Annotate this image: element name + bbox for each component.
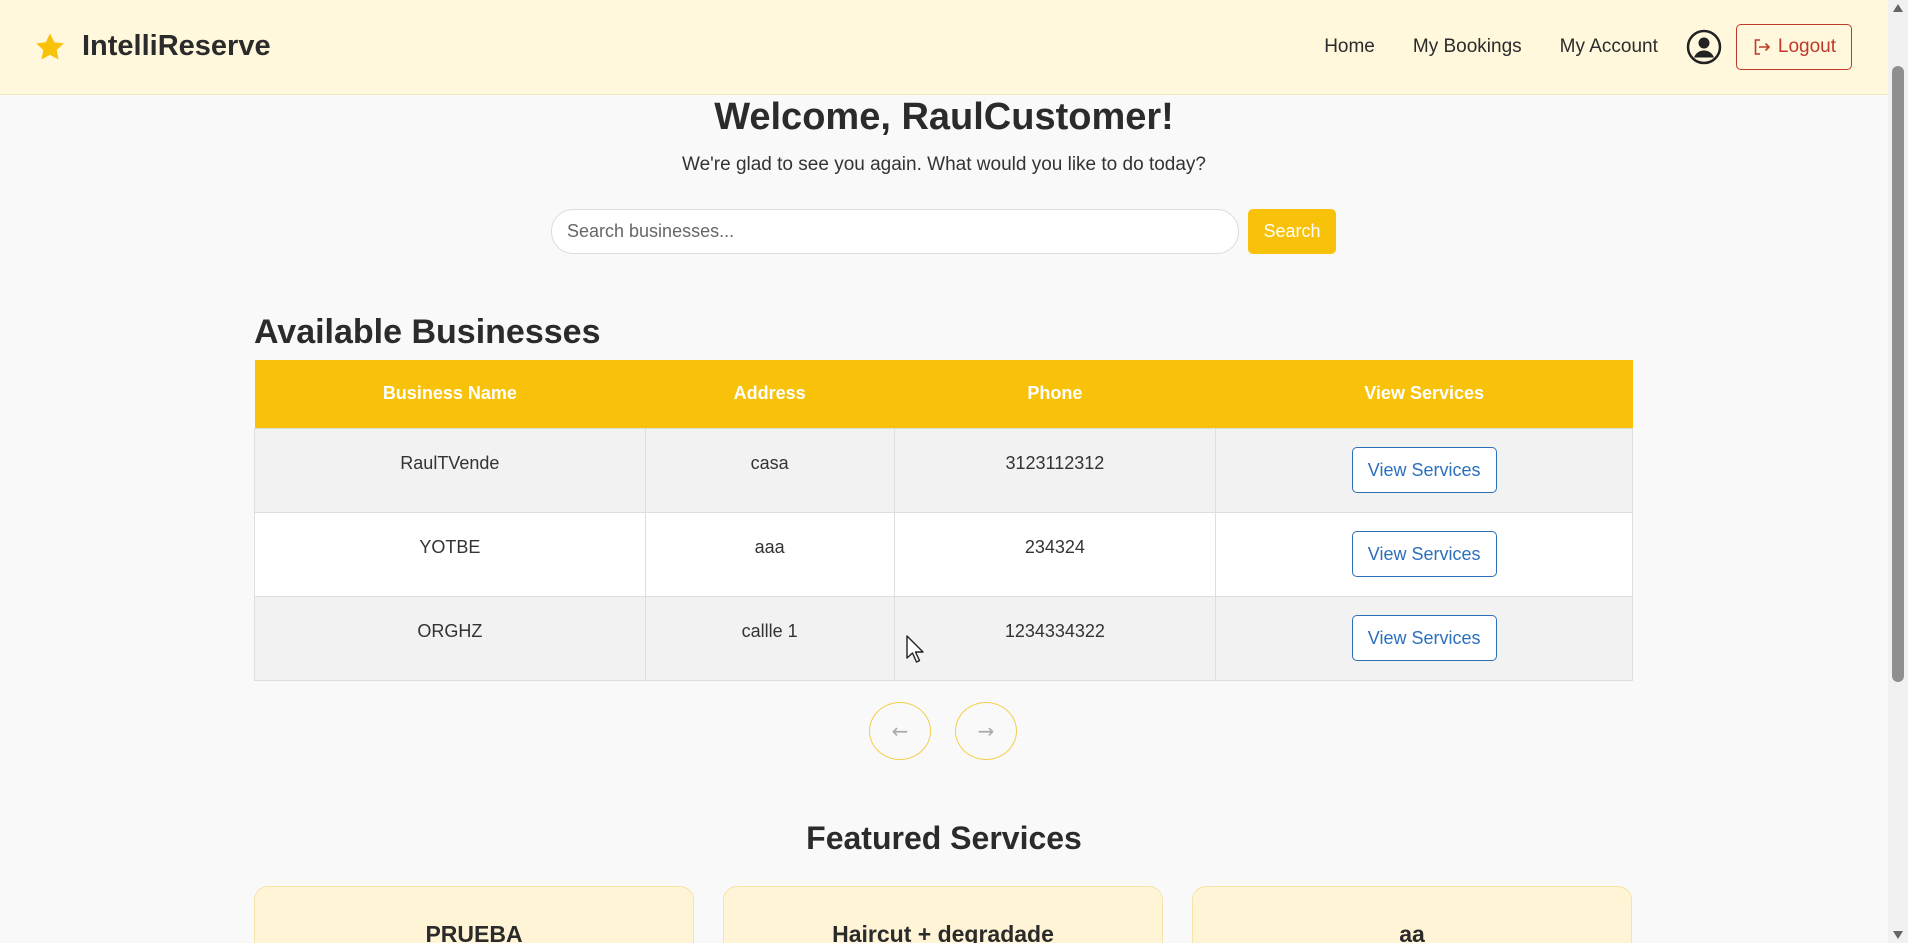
- navbar: IntelliReserve Home My Bookings My Accou…: [0, 0, 1888, 95]
- nav-home-link[interactable]: Home: [1324, 36, 1375, 58]
- star-icon: [36, 32, 64, 60]
- nav-account-link[interactable]: My Account: [1560, 36, 1658, 58]
- service-card[interactable]: Haircut + degradade: [723, 886, 1163, 943]
- search-button[interactable]: Search: [1248, 209, 1336, 254]
- header-business-name: Business Name: [254, 360, 646, 428]
- service-card[interactable]: PRUEBA: [254, 886, 694, 943]
- view-services-button[interactable]: View Services: [1351, 615, 1497, 661]
- nav-links: Home My Bookings My Account Logout: [1324, 24, 1852, 70]
- mouse-cursor-icon: [906, 635, 924, 663]
- business-name: YOTBE: [254, 511, 646, 597]
- featured-title: Featured Services: [806, 820, 1082, 856]
- business-address: casa: [644, 427, 895, 513]
- action-cell: View Services: [1215, 427, 1633, 513]
- table-header-row: Business Name Address Phone View Service…: [254, 360, 1633, 428]
- welcome-title: Welcome, RaulCustomer!: [714, 96, 1174, 138]
- business-name: RaulTVende: [254, 427, 646, 513]
- next-page-button[interactable]: →: [955, 702, 1017, 760]
- table-row: ORGHZ callle 1 1234334322 View Services: [254, 595, 1633, 681]
- search-input[interactable]: [551, 209, 1239, 254]
- brand-name: IntelliReserve: [82, 30, 271, 62]
- logout-icon: [1754, 39, 1771, 55]
- business-address: aaa: [644, 511, 895, 597]
- business-name: ORGHZ: [254, 595, 646, 681]
- service-card[interactable]: aa: [1192, 886, 1632, 943]
- scroll-down-arrow-icon[interactable]: [1893, 931, 1903, 939]
- action-cell: View Services: [1215, 595, 1633, 681]
- scrollbar-thumb[interactable]: [1892, 66, 1904, 682]
- service-card-title: PRUEBA: [425, 921, 523, 943]
- service-card-title: aa: [1399, 921, 1425, 943]
- scroll-up-arrow-icon[interactable]: [1893, 4, 1903, 12]
- header-address: Address: [645, 360, 894, 428]
- business-phone: 234324: [893, 511, 1217, 597]
- table-row: YOTBE aaa 234324 View Services: [254, 511, 1633, 597]
- action-cell: View Services: [1215, 511, 1633, 597]
- service-card-title: Haircut + degradade: [832, 921, 1054, 943]
- welcome-subtitle: We're glad to see you again. What would …: [682, 154, 1206, 175]
- header-phone: Phone: [894, 360, 1216, 428]
- business-phone: 3123112312: [893, 427, 1217, 513]
- header-view-services: View Services: [1215, 360, 1633, 428]
- logout-label: Logout: [1777, 36, 1836, 57]
- logout-button[interactable]: Logout: [1735, 24, 1852, 70]
- user-circle-icon[interactable]: [1686, 29, 1722, 65]
- businesses-table: Business Name Address Phone View Service…: [254, 360, 1633, 681]
- business-address: callle 1: [644, 595, 895, 681]
- nav-bookings-link[interactable]: My Bookings: [1413, 36, 1522, 58]
- business-phone: 1234334322: [893, 595, 1217, 681]
- table-row: RaulTVende casa 3123112312 View Services: [254, 427, 1633, 513]
- page-scrollbar[interactable]: [1888, 0, 1908, 943]
- view-services-button[interactable]: View Services: [1351, 447, 1497, 493]
- brand[interactable]: IntelliReserve: [34, 30, 271, 63]
- prev-page-button[interactable]: ←: [869, 702, 931, 760]
- businesses-title: Available Businesses: [254, 313, 601, 351]
- view-services-button[interactable]: View Services: [1351, 531, 1497, 577]
